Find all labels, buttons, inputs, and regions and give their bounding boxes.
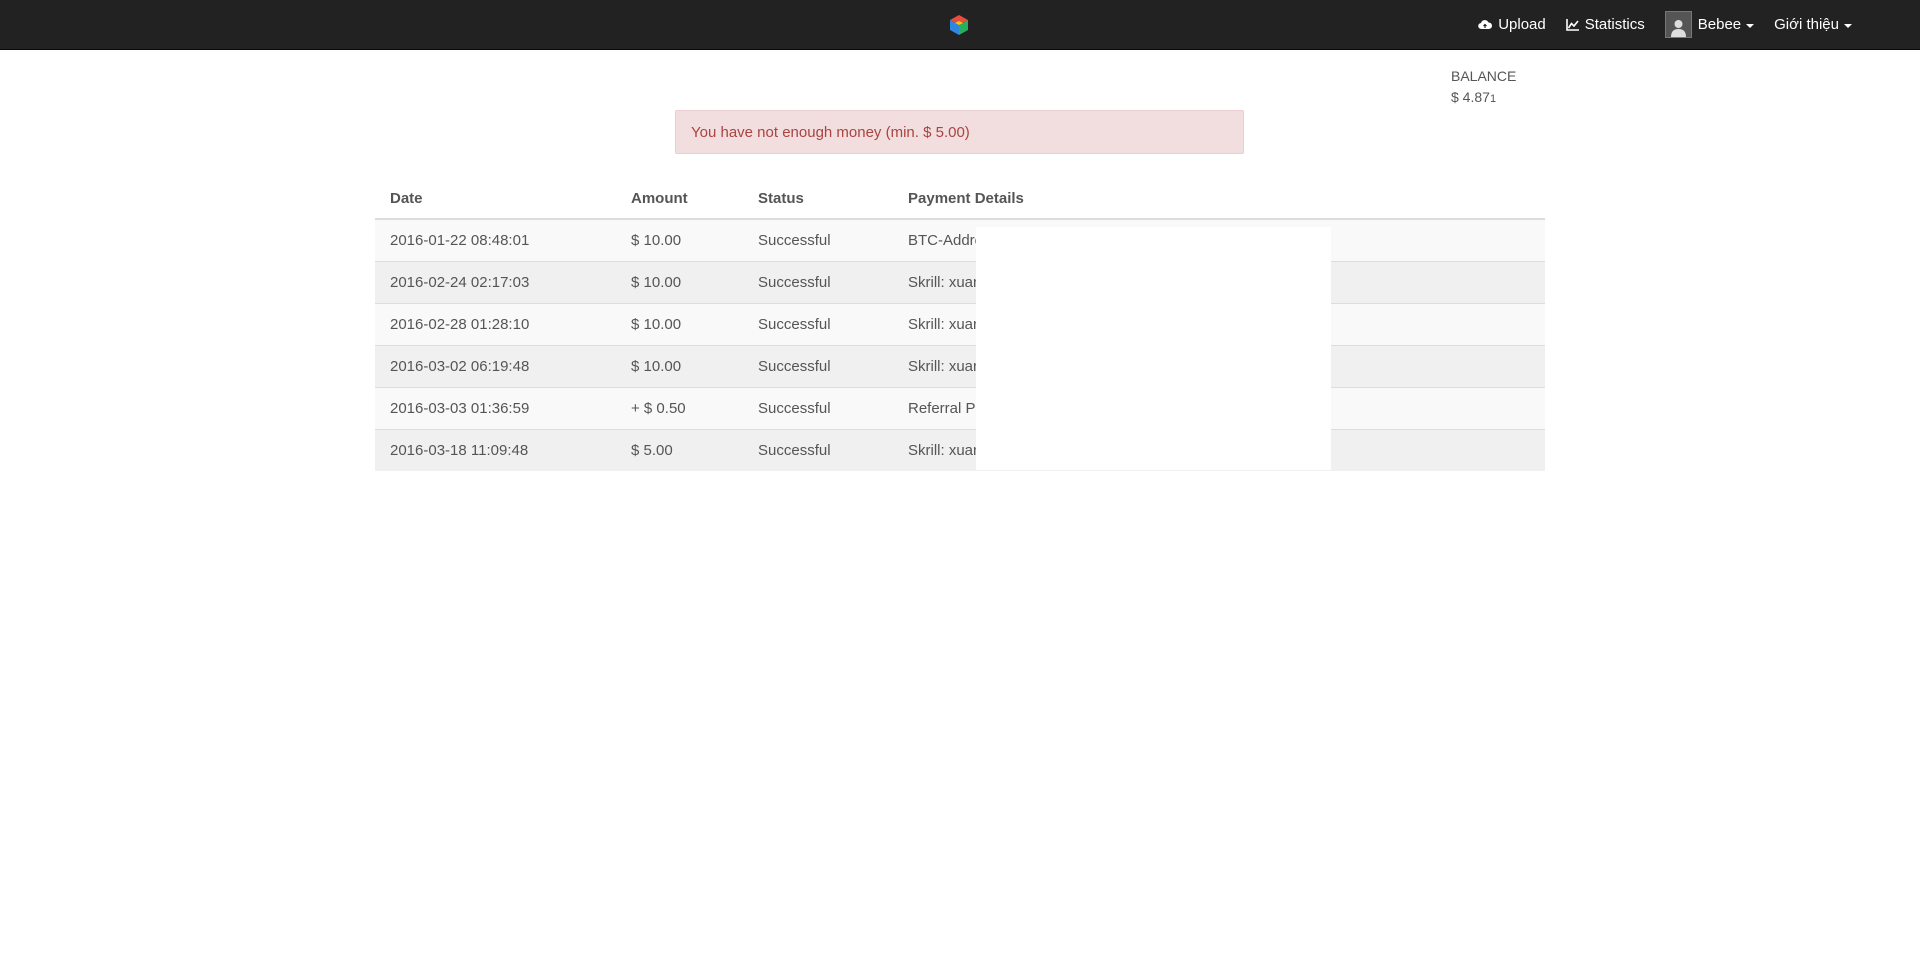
table-row: 2016-02-28 01:28:10 $ 10.00 Successful S… bbox=[375, 303, 1545, 346]
chart-icon bbox=[1565, 18, 1579, 31]
cell-amount: + $ 0.50 bbox=[616, 387, 743, 430]
cell-amount: $ 10.00 bbox=[616, 218, 743, 262]
table-row: 2016-03-18 11:09:48 $ 5.00 Successful Sk… bbox=[375, 429, 1545, 471]
cell-date: 2016-03-03 01:36:59 bbox=[375, 387, 616, 430]
cell-date: 2016-01-22 08:48:01 bbox=[375, 218, 616, 262]
table-row: 2016-02-24 02:17:03 $ 10.00 Successful S… bbox=[375, 261, 1545, 304]
column-header-amount: Amount bbox=[616, 178, 743, 220]
nav-about-label: Giới thiệu bbox=[1774, 16, 1839, 33]
top-navbar: Upload Statistics Bebee Giới thiệu bbox=[0, 0, 1920, 50]
nav-user-dropdown[interactable]: Bebee bbox=[1664, 11, 1755, 38]
nav-statistics-label: Statistics bbox=[1584, 16, 1645, 33]
cell-amount: $ 10.00 bbox=[616, 261, 743, 304]
cell-date: 2016-03-18 11:09:48 bbox=[375, 429, 616, 471]
cell-status: Successful bbox=[743, 345, 893, 388]
nav-right-menu: Upload Statistics Bebee Giới thiệu bbox=[1458, 0, 1852, 49]
cell-status: Successful bbox=[743, 387, 893, 430]
cell-amount: $ 5.00 bbox=[616, 429, 743, 471]
cell-status: Successful bbox=[743, 218, 893, 262]
column-header-status: Status bbox=[743, 178, 893, 220]
alert-message: You have not enough money (min. $ 5.00) bbox=[691, 124, 970, 141]
cell-status: Successful bbox=[743, 429, 893, 471]
nav-upload-link[interactable]: Upload bbox=[1478, 16, 1546, 33]
cube-logo-icon[interactable] bbox=[948, 14, 970, 36]
cell-date: 2016-02-28 01:28:10 bbox=[375, 303, 616, 346]
transactions-table: Date Amount Status Payment Details 2016-… bbox=[375, 178, 1545, 471]
balance-value: $ 4.87 bbox=[1451, 89, 1490, 105]
nav-statistics-link[interactable]: Statistics bbox=[1565, 16, 1645, 33]
cell-date: 2016-03-02 06:19:48 bbox=[375, 345, 616, 388]
nav-upload-label: Upload bbox=[1498, 16, 1546, 33]
redaction-block bbox=[976, 227, 1331, 470]
chevron-down-icon bbox=[1746, 23, 1755, 28]
cloud-upload-icon bbox=[1478, 19, 1493, 31]
cell-status: Successful bbox=[743, 261, 893, 304]
cell-amount: $ 10.00 bbox=[616, 345, 743, 388]
table-row: 2016-01-22 08:48:01 $ 10.00 Successful B… bbox=[375, 218, 1545, 262]
table-row: 2016-03-02 06:19:48 $ 10.00 Successful S… bbox=[375, 345, 1545, 388]
nav-user-label: Bebee bbox=[1697, 16, 1742, 33]
nav-about-dropdown[interactable]: Giới thiệu bbox=[1774, 16, 1852, 33]
user-avatar-icon bbox=[1664, 11, 1692, 38]
balance-panel: BALANCE $ 4.871 bbox=[1451, 66, 1516, 110]
table-header-row: Date Amount Status Payment Details bbox=[375, 178, 1545, 220]
balance-label: BALANCE bbox=[1451, 68, 1517, 84]
cell-status: Successful bbox=[743, 303, 893, 346]
column-header-date: Date bbox=[375, 178, 616, 220]
table-row: 2016-03-03 01:36:59 + $ 0.50 Successful … bbox=[375, 387, 1545, 430]
error-alert: You have not enough money (min. $ 5.00) bbox=[675, 110, 1244, 154]
column-header-payment-details: Payment Details bbox=[893, 178, 1545, 220]
chevron-down-icon bbox=[1844, 23, 1852, 28]
balance-amount: $ 4.871 bbox=[1451, 87, 1516, 110]
balance-value-suffix: 1 bbox=[1489, 93, 1497, 105]
cell-amount: $ 10.00 bbox=[616, 303, 743, 346]
cell-date: 2016-02-24 02:17:03 bbox=[375, 261, 616, 304]
